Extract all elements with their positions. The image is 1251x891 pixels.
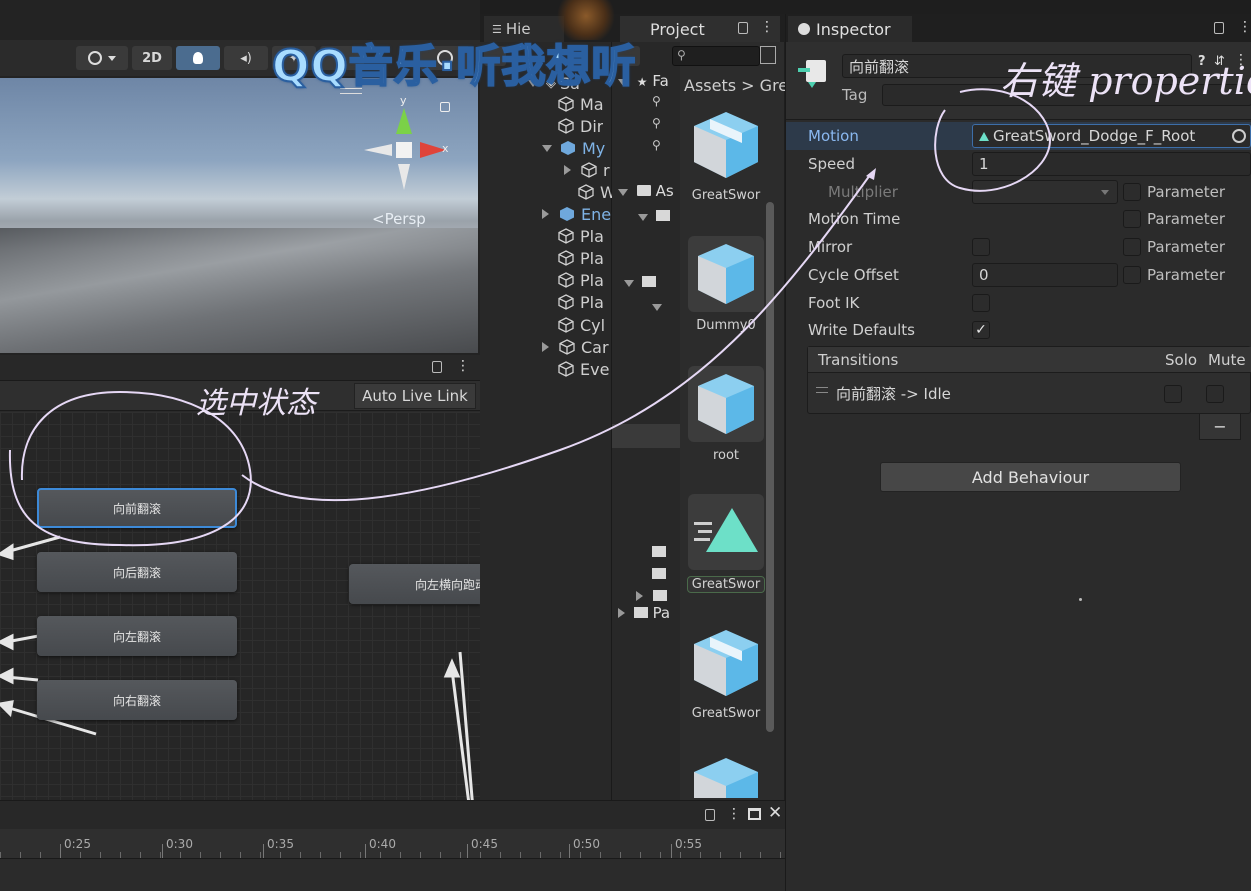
annotation-right-click-properties: 右键 properties bbox=[1000, 59, 1251, 103]
annotation-drawing bbox=[8, 88, 1052, 547]
annotation-selected-state: 选中状态 bbox=[196, 386, 316, 421]
annotation-link-curve bbox=[241, 174, 871, 502]
